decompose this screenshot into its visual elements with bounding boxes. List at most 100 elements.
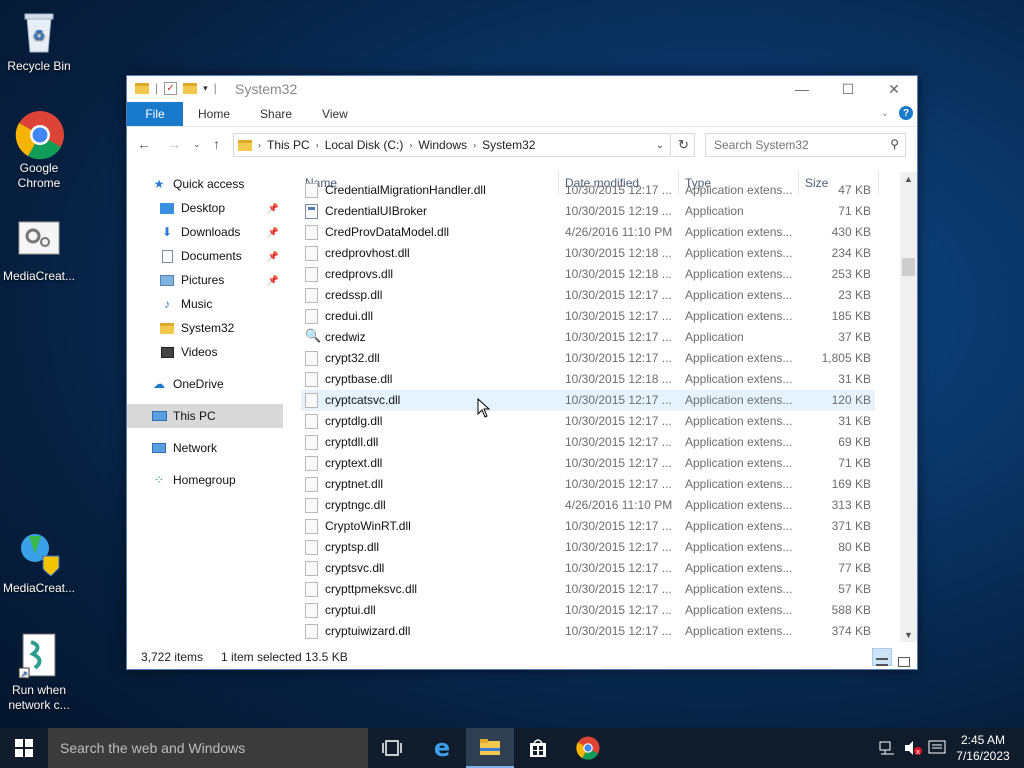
nav-desktop[interactable]: Desktop 📌 [127, 196, 283, 220]
customize-toolbar-icon[interactable]: ▾ [203, 83, 208, 94]
file-row[interactable]: credssp.dll 10/30/2015 12:17 ... Applicati… [301, 285, 875, 306]
breadcrumb-local-disk[interactable]: Local Disk (C:) [325, 138, 404, 152]
desktop-icon-run-when-network[interactable]: ↗ Run when network c... [0, 632, 78, 713]
minimize-button[interactable]: — [779, 76, 825, 102]
close-button[interactable]: ✕ [871, 76, 917, 102]
taskbar-clock[interactable]: 2:45 AM 7/16/2023 [952, 732, 1014, 764]
file-row[interactable]: CredentialUIBroker 10/30/2015 12:19 ... Ap… [301, 201, 875, 222]
nav-system32[interactable]: System32 [127, 316, 283, 340]
desktop-icon-recycle-bin[interactable]: ♻ Recycle Bin [0, 8, 78, 74]
taskbar-store[interactable] [514, 728, 562, 768]
file-row[interactable]: cryptdll.dll 10/30/2015 12:17 ... Applicat… [301, 432, 875, 453]
file-row[interactable]: cryptuiwizard.dll 10/30/2015 12:17 ... App… [301, 621, 875, 642]
nav-documents[interactable]: Documents 📌 [127, 244, 283, 268]
dll-icon [305, 246, 318, 261]
nav-onedrive[interactable]: ☁ OneDrive [127, 372, 283, 396]
file-row[interactable]: credprovhost.dll 10/30/2015 12:18 ... Appl… [301, 243, 875, 264]
breadcrumb-windows[interactable]: Windows [418, 138, 467, 152]
new-folder-icon[interactable] [183, 82, 198, 94]
recent-locations-icon[interactable]: ⌄ [193, 139, 201, 150]
vertical-scrollbar[interactable]: ▲ ▼ [900, 172, 917, 642]
properties-icon[interactable]: ✓ [164, 81, 178, 95]
tab-home[interactable]: Home [183, 102, 245, 126]
nav-videos[interactable]: Videos [127, 340, 283, 364]
file-row[interactable]: credui.dll 10/30/2015 12:17 ... Applicatio… [301, 306, 875, 327]
file-date: 10/30/2015 12:17 ... [565, 582, 672, 596]
network-tray-icon[interactable] [878, 728, 896, 768]
large-icons-view-button[interactable] [894, 648, 914, 667]
search-box[interactable]: ⚲ [705, 133, 906, 157]
scroll-down-arrow-icon[interactable]: ▼ [904, 630, 913, 640]
desktop-icon-google-chrome[interactable]: Google Chrome [0, 110, 78, 191]
pin-icon[interactable]: 📌 [268, 203, 279, 214]
large-icons-view-icon [898, 657, 910, 667]
file-size: 71 KB [838, 456, 871, 470]
dll-icon [305, 477, 318, 492]
file-date: 10/30/2015 12:17 ... [565, 183, 672, 197]
file-row[interactable]: cryptui.dll 10/30/2015 12:17 ... Applicati… [301, 600, 875, 621]
expand-ribbon-icon[interactable]: ⌄ [881, 108, 889, 119]
search-input[interactable] [714, 138, 874, 152]
file-row[interactable]: cryptcatsvc.dll 10/30/2015 12:17 ... Appli… [301, 390, 875, 411]
nav-this-pc[interactable]: This PC [127, 404, 283, 428]
forward-arrow-icon[interactable]: → [167, 136, 181, 152]
file-row[interactable]: cryptsp.dll 10/30/2015 12:17 ... Applicati… [301, 537, 875, 558]
volume-tray-icon[interactable]: x [903, 728, 923, 768]
file-name: credssp.dll [325, 288, 383, 302]
task-view-button[interactable] [368, 728, 416, 768]
breadcrumb-this-pc[interactable]: This PC [267, 138, 310, 152]
desktop-icon-label: Run when network c... [8, 683, 70, 712]
desktop-icon-mediacreation-2[interactable]: MediaCreat... [0, 530, 78, 596]
taskbar-search-box[interactable]: Search the web and Windows [48, 728, 368, 768]
file-row[interactable]: cryptngc.dll 4/26/2016 11:10 PM Applicatio… [301, 495, 875, 516]
file-row[interactable]: cryptsvc.dll 10/30/2015 12:17 ... Applicat… [301, 558, 875, 579]
file-row[interactable]: crypt32.dll 10/30/2015 12:17 ... Applicati… [301, 348, 875, 369]
tab-view[interactable]: View [307, 102, 363, 126]
file-row[interactable]: 🔍 credwiz 10/30/2015 12:17 ... Application 3… [301, 327, 875, 348]
pin-icon[interactable]: 📌 [268, 227, 279, 238]
network-icon [879, 741, 894, 755]
pin-icon[interactable]: 📌 [268, 275, 279, 286]
nav-pictures[interactable]: Pictures 📌 [127, 268, 283, 292]
notifications-tray-icon[interactable] [928, 728, 946, 768]
file-row[interactable]: cryptbase.dll 10/30/2015 12:18 ... Applica… [301, 369, 875, 390]
action-center-icon [928, 740, 946, 754]
taskbar-file-explorer[interactable] [466, 728, 514, 768]
back-arrow-icon[interactable]: ← [137, 136, 151, 152]
breadcrumb-system32[interactable]: System32 [482, 138, 535, 152]
title-bar[interactable]: | ✓ ▾ | System32 — ☐ ✕ [127, 76, 917, 102]
file-row[interactable]: crypttpmeksvc.dll 10/30/2015 12:17 ... App… [301, 579, 875, 600]
file-row[interactable]: CredentialMigrationHandler.dll 10/30/2015… [301, 180, 875, 201]
scroll-thumb[interactable] [902, 258, 915, 276]
file-row[interactable]: cryptnet.dll 10/30/2015 12:17 ... Applicat… [301, 474, 875, 495]
up-arrow-icon[interactable]: ↑ [213, 136, 220, 152]
refresh-button[interactable]: ↻ [673, 133, 695, 157]
pin-icon[interactable]: 📌 [268, 251, 279, 262]
nav-quick-access[interactable]: ★ Quick access [127, 172, 283, 196]
file-row[interactable]: credprovs.dll 10/30/2015 12:18 ... Applica… [301, 264, 875, 285]
taskbar-edge[interactable]: e [418, 728, 466, 768]
volume-muted-icon: x [905, 741, 922, 756]
scroll-up-arrow-icon[interactable]: ▲ [904, 174, 913, 184]
help-icon[interactable]: ? [899, 106, 913, 120]
start-button[interactable] [0, 728, 48, 768]
taskbar-chrome[interactable] [564, 728, 612, 768]
address-dropdown-icon[interactable]: ⌄ [656, 140, 664, 151]
file-row[interactable]: cryptdlg.dll 10/30/2015 12:17 ... Applicat… [301, 411, 875, 432]
tab-share[interactable]: Share [245, 102, 307, 126]
file-row[interactable]: cryptext.dll 10/30/2015 12:17 ... Applicat… [301, 453, 875, 474]
details-view-button[interactable] [872, 648, 892, 666]
file-name: credprovhost.dll [325, 246, 410, 260]
address-bar[interactable]: › This PC › Local Disk (C:) › Windows › … [233, 133, 671, 157]
file-row[interactable]: CryptoWinRT.dll 10/30/2015 12:17 ... Appli… [301, 516, 875, 537]
nav-music[interactable]: ♪ Music [127, 292, 283, 316]
nav-downloads[interactable]: ⬇ Downloads 📌 [127, 220, 283, 244]
file-row[interactable]: CredProvDataModel.dll 4/26/2016 11:10 PM A… [301, 222, 875, 243]
file-name: CredentialUIBroker [325, 204, 428, 218]
nav-homegroup[interactable]: ⁘ Homegroup [127, 468, 283, 492]
tab-file[interactable]: File [127, 102, 183, 126]
maximize-button[interactable]: ☐ [825, 76, 871, 102]
nav-network[interactable]: Network [127, 436, 283, 460]
file-type: Application [685, 330, 744, 344]
desktop-icon-mediacreation-1[interactable]: MediaCreat... [0, 218, 78, 284]
